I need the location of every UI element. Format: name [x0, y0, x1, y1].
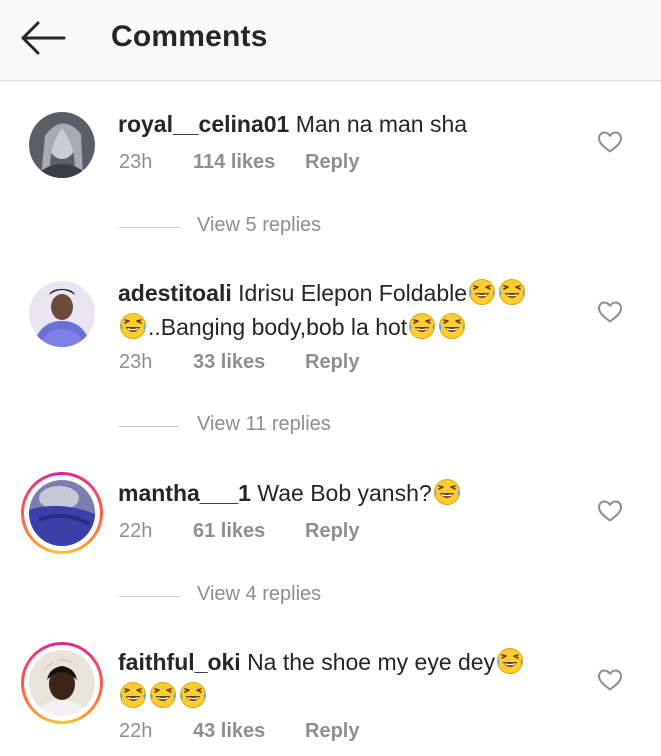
comment-meta: 22h 43 likes Reply [119, 720, 359, 743]
back-button[interactable] [18, 18, 68, 58]
comment-body: Idrisu Elepon Foldable [238, 280, 468, 306]
comment-username[interactable]: mantha___1 [118, 480, 251, 506]
avatar[interactable] [29, 281, 95, 347]
view-replies-label: View 11 replies [197, 413, 331, 435]
view-replies-label: View 5 replies [197, 214, 322, 236]
top-bar: Comments [0, 0, 661, 81]
avatar[interactable] [29, 650, 95, 716]
heart-icon[interactable] [597, 300, 623, 324]
arrow-left-icon [21, 21, 66, 55]
heart-icon[interactable] [597, 499, 623, 523]
story-ring[interactable] [21, 642, 103, 724]
reply-button[interactable]: Reply [305, 520, 359, 543]
comment-meta: 23h 114 likes Reply [119, 151, 359, 174]
comment-text: royal__celina01 Man na man sha [118, 107, 578, 141]
comment-likes[interactable]: 61 likes [193, 520, 305, 543]
comment-likes[interactable]: 114 likes [193, 151, 305, 174]
laughing-emoji-icon [433, 478, 461, 506]
reply-button[interactable]: Reply [305, 151, 359, 174]
laughing-emoji-icon [149, 681, 177, 709]
replies-divider [119, 426, 179, 427]
comment-text: adestitoali Idrisu Elepon Foldable ..Bang… [118, 276, 578, 344]
view-replies-label: View 4 replies [197, 583, 322, 605]
replies-divider [119, 596, 179, 597]
comment-body-continued: ..Banging body,bob la hot [148, 314, 408, 340]
laughing-emoji-icon [438, 312, 466, 340]
comment-time: 23h [119, 151, 153, 173]
comment-body: Wae Bob yansh? [257, 480, 432, 506]
laughing-emoji-icon [179, 681, 207, 709]
comment-likes[interactable]: 33 likes [193, 351, 305, 374]
laughing-emoji-icon [119, 312, 147, 340]
reply-button[interactable]: Reply [305, 351, 359, 374]
comment-meta: 22h 61 likes Reply [119, 520, 359, 543]
laughing-emoji-icon [119, 681, 147, 709]
laughing-emoji-icon [498, 278, 526, 306]
comment-username[interactable]: adestitoali [118, 280, 232, 306]
replies-divider [119, 227, 179, 228]
laughing-emoji-icon [408, 312, 436, 340]
page-title: Comments [111, 20, 268, 53]
reply-button[interactable]: Reply [305, 720, 359, 743]
comment-meta: 23h 33 likes Reply [119, 351, 359, 374]
laughing-emoji-icon [496, 647, 524, 675]
comment-likes[interactable]: 43 likes [193, 720, 305, 743]
comment-text: mantha___1 Wae Bob yansh? [118, 476, 578, 510]
story-ring[interactable] [21, 472, 103, 554]
comment-body: Na the shoe my eye dey [247, 649, 496, 675]
comment-time: 22h [119, 520, 153, 542]
comment-body: Man na man sha [295, 111, 468, 137]
comment-time: 23h [119, 351, 153, 373]
comment-username[interactable]: royal__celina01 [118, 111, 289, 137]
avatar[interactable] [29, 112, 95, 178]
heart-icon[interactable] [597, 130, 623, 154]
comment-text: faithful_oki Na the shoe my eye dey [118, 645, 578, 713]
comment-time: 22h [119, 720, 153, 742]
comment-username[interactable]: faithful_oki [118, 649, 241, 675]
avatar[interactable] [29, 480, 95, 546]
heart-icon[interactable] [597, 668, 623, 692]
laughing-emoji-icon [468, 278, 496, 306]
